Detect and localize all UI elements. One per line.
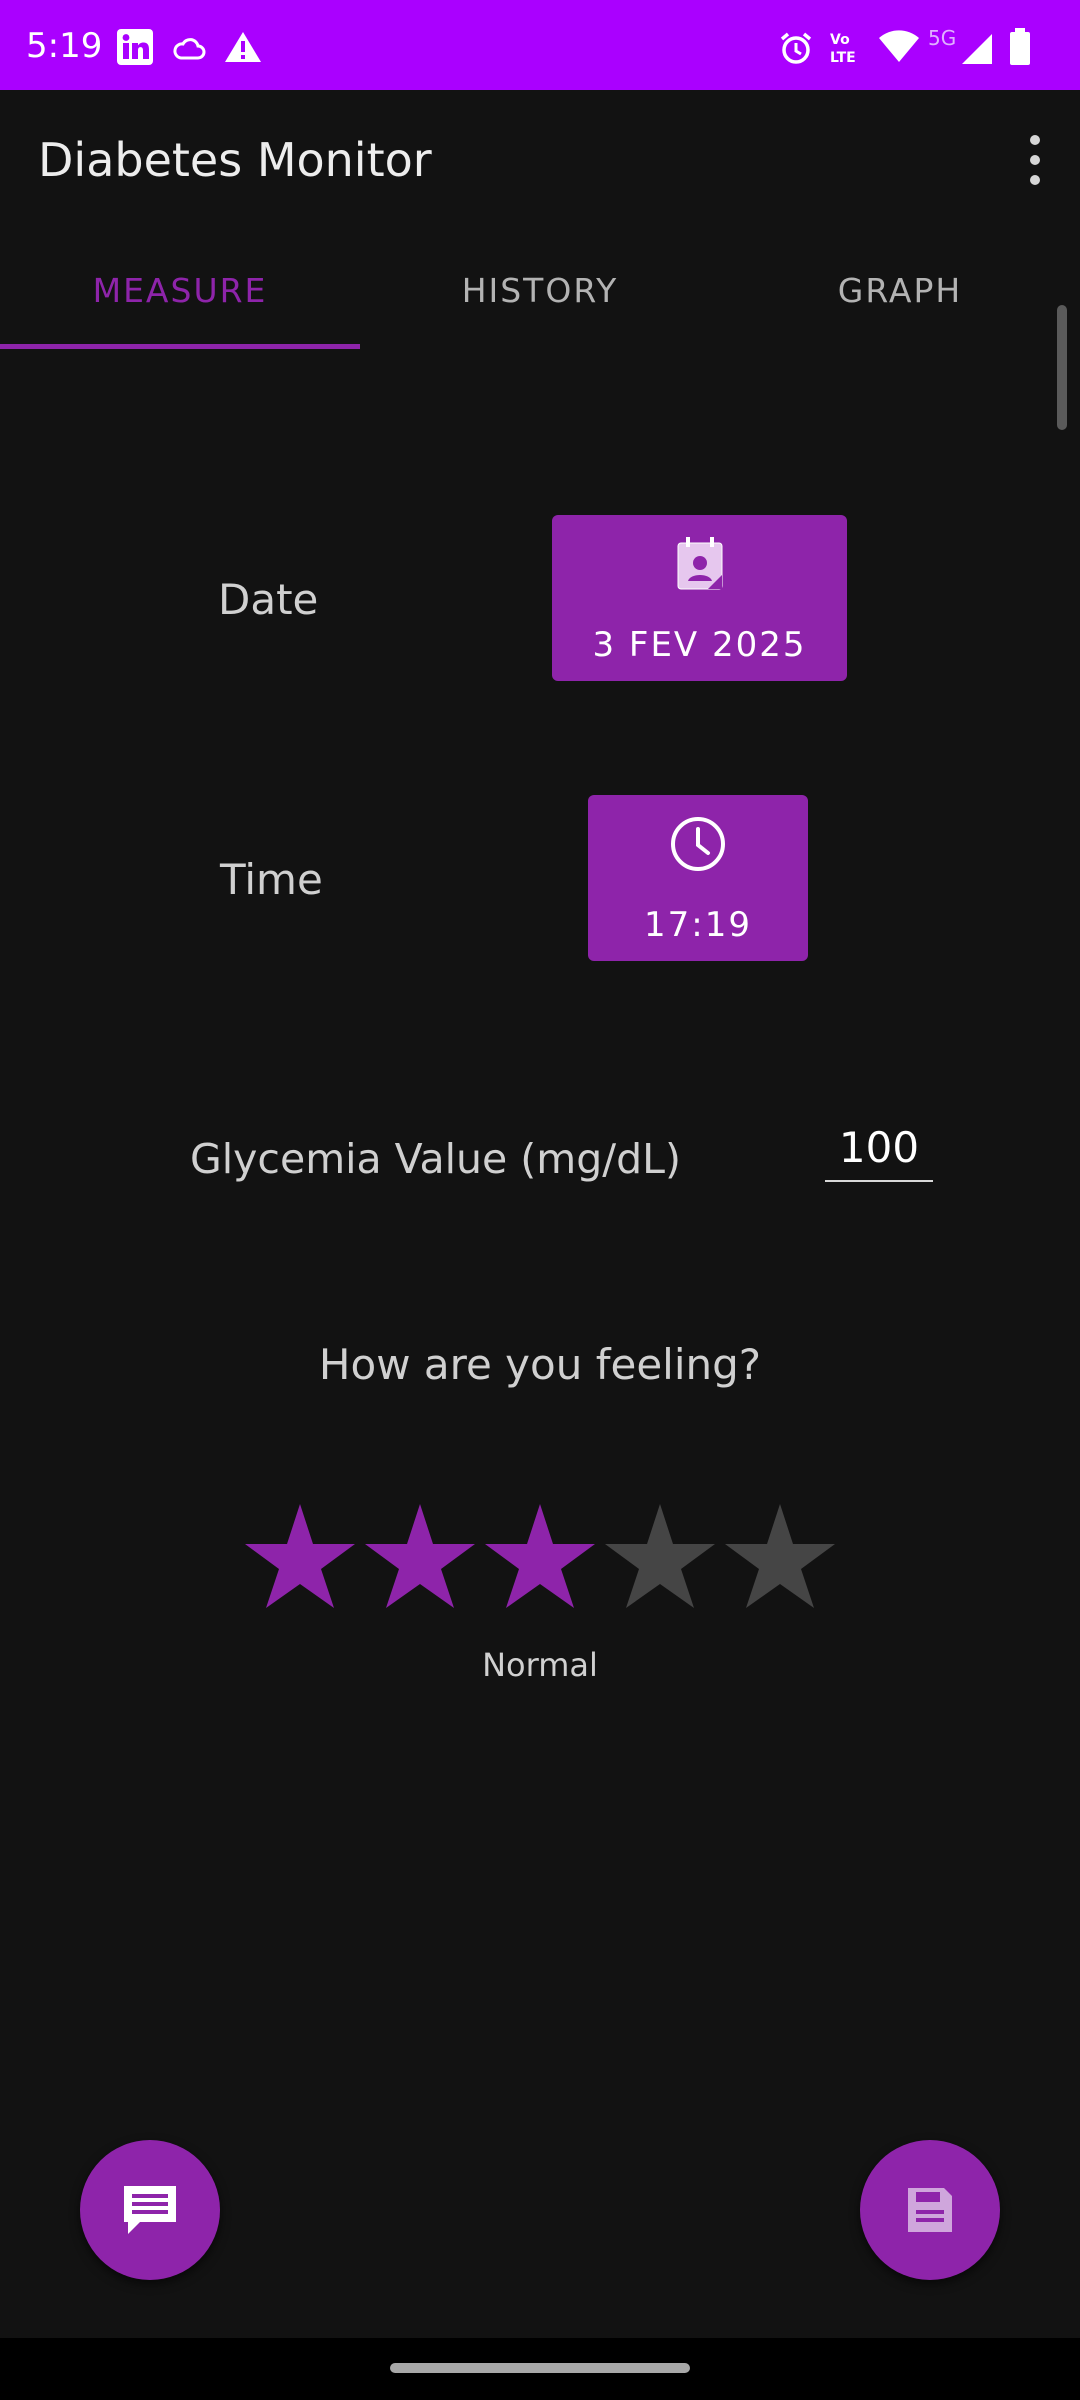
time-value: 17:19 <box>644 905 752 945</box>
battery-icon <box>1008 28 1032 66</box>
save-button[interactable] <box>860 2140 1000 2280</box>
star-3[interactable] <box>480 1500 600 1610</box>
time-picker-button[interactable]: 17:19 <box>588 795 808 961</box>
tab-indicator <box>0 344 360 349</box>
star-2[interactable] <box>360 1500 480 1610</box>
status-right-icons: Vo LTE 5G <box>778 26 1058 70</box>
star-5[interactable] <box>720 1500 840 1610</box>
glycemia-input[interactable]: 100 <box>825 1118 933 1182</box>
tab-bar: MEASURE HISTORY GRAPH <box>0 230 1080 350</box>
calendar-icon <box>674 535 726 597</box>
feeling-question: How are you feeling? <box>318 1340 762 1389</box>
volte-icon: Vo LTE <box>828 28 868 68</box>
app-title: Diabetes Monitor <box>38 133 432 187</box>
cloud-icon <box>172 34 206 62</box>
signal-icon <box>960 32 994 66</box>
date-value: 3 FEV 2025 <box>592 625 807 665</box>
tab-graph[interactable]: GRAPH <box>720 230 1080 350</box>
date-picker-button[interactable]: 3 FEV 2025 <box>552 515 847 681</box>
svg-text:Vo: Vo <box>830 32 850 48</box>
more-options-button[interactable] <box>1000 120 1070 200</box>
date-label: Date <box>218 575 319 624</box>
comment-button[interactable] <box>80 2140 220 2280</box>
warning-icon <box>224 30 262 64</box>
linkedin-icon <box>116 28 154 66</box>
feeling-rating[interactable] <box>240 1500 840 1610</box>
time-label: Time <box>220 855 323 904</box>
app-bar: Diabetes Monitor <box>0 90 1080 230</box>
status-bar: 5:19 Vo LTE 5G <box>0 0 1080 90</box>
star-4[interactable] <box>600 1500 720 1610</box>
star-1[interactable] <box>240 1500 360 1610</box>
tab-history[interactable]: HISTORY <box>360 230 720 350</box>
svg-text:LTE: LTE <box>830 50 856 66</box>
status-time: 5:19 <box>26 26 103 66</box>
more-vert-icon <box>1030 135 1040 185</box>
glycemia-label: Glycemia Value (mg/dL) <box>190 1135 681 1183</box>
save-icon <box>908 2188 952 2232</box>
wifi-icon <box>878 30 920 64</box>
alarm-icon <box>778 30 814 66</box>
scrollbar[interactable] <box>1057 305 1067 430</box>
home-indicator[interactable] <box>390 2363 690 2373</box>
clock-icon <box>669 815 727 877</box>
comment-icon <box>124 2186 176 2234</box>
network-type: 5G <box>928 26 957 50</box>
tab-measure[interactable]: MEASURE <box>0 230 360 350</box>
rating-label: Normal <box>482 1646 598 1684</box>
